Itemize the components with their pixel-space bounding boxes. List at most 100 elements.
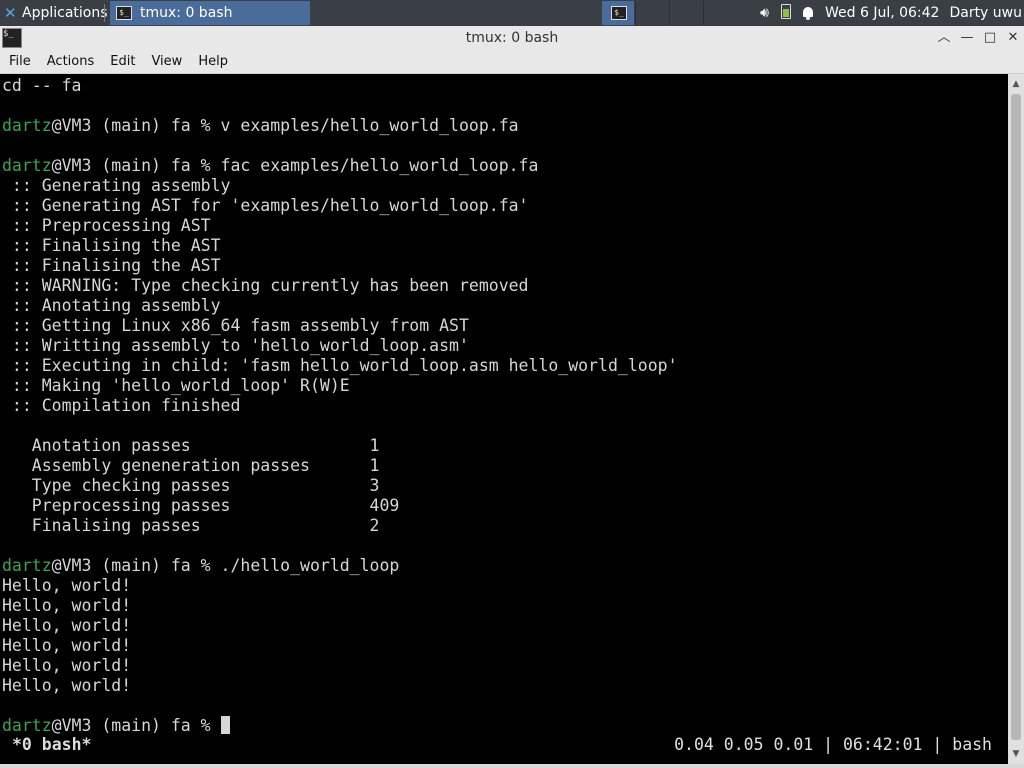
- applications-menu[interactable]: ✕ Applications: [0, 0, 108, 26]
- terminal-line-text: @VM3 (main) fa % ./hello_world_loop: [51, 556, 400, 575]
- terminal-line-text: cd -- fa: [2, 76, 82, 95]
- taskbar-item-tmux[interactable]: $_ tmux: 0 bash: [110, 1, 310, 25]
- terminal-line-text: Hello, world!: [2, 576, 132, 595]
- terminal-line: :: Finalising the AST: [2, 236, 221, 256]
- terminal-line-text: Finalising passes 2: [2, 516, 380, 535]
- applications-label: Applications: [22, 5, 108, 21]
- terminal-line: Hello, world!: [2, 596, 131, 616]
- scrollbar-thumb[interactable]: [1011, 94, 1021, 740]
- terminal-output[interactable]: cd -- fa dartz@VM3 (main) fa % v examples…: [0, 74, 1008, 764]
- terminal-line: :: Getting Linux x86_64 fasm assembly fr…: [2, 316, 469, 336]
- scroll-down-arrow-icon[interactable]: ▼: [1008, 746, 1024, 762]
- volume-icon[interactable]: 🔊︎: [760, 5, 769, 21]
- terminal-icon: $_: [611, 6, 627, 20]
- terminal-line: dartz@VM3 (main) fa % fac examples/hello…: [2, 156, 538, 176]
- prompt-username: dartz: [2, 716, 52, 735]
- taskbar-item-label: tmux: 0 bash: [140, 5, 233, 21]
- terminal-line: dartz@VM3 (main) fa % v examples/hello_w…: [2, 116, 519, 136]
- terminal-line: Hello, world!: [2, 576, 131, 596]
- terminal-line: :: Preprocessing AST: [2, 216, 211, 236]
- terminal-line: :: Compilation finished: [2, 396, 241, 416]
- terminal-line-text: :: Preprocessing AST: [2, 216, 211, 235]
- maximize-button[interactable]: □: [979, 26, 1001, 50]
- terminal-line-text: @VM3 (main) fa %: [51, 716, 221, 735]
- terminal-line: :: Generating assembly: [2, 176, 231, 196]
- window-bottom-edge: [0, 764, 1024, 768]
- xfce-logo-icon: ✕: [4, 4, 17, 22]
- scroll-up-arrow-icon[interactable]: ▲: [1008, 76, 1024, 92]
- terminal-line: cd -- fa: [2, 76, 81, 96]
- terminal-line: Type checking passes 3: [2, 476, 380, 496]
- terminal-line: :: Executing in child: 'fasm hello_world…: [2, 356, 678, 376]
- terminal-line-text: Hello, world!: [2, 596, 132, 615]
- terminal-line: Finalising passes 2: [2, 516, 380, 536]
- terminal-line-text: Hello, world!: [2, 676, 132, 695]
- terminal-icon: $_: [116, 6, 132, 20]
- terminal-line: :: WARNING: Type checking currently has …: [2, 276, 529, 296]
- notification-bell-icon[interactable]: [802, 5, 813, 21]
- terminal-line-text: Hello, world!: [2, 636, 132, 655]
- user-menu[interactable]: Darty uwu: [949, 5, 1022, 21]
- terminal-cursor: [220, 716, 230, 734]
- system-tray: 🔊︎ Wed 6 Jul, 06:42 Darty uwu: [760, 0, 1024, 26]
- terminal-line: dartz@VM3 (main) fa %: [2, 716, 230, 736]
- tmux-window-list[interactable]: *0 bash*: [12, 734, 91, 756]
- workspace-4[interactable]: [704, 1, 736, 25]
- workspace-1[interactable]: $_: [602, 1, 634, 25]
- terminal-line-text: :: Executing in child: 'fasm hello_world…: [2, 356, 678, 375]
- terminal-line-text: :: Finalising the AST: [2, 236, 221, 255]
- menu-bar: File Actions Edit View Help: [0, 50, 1024, 74]
- terminal-line-text: Anotation passes 1: [2, 436, 380, 455]
- terminal-line: :: Writting assembly to 'hello_world_loo…: [2, 336, 469, 356]
- terminal-line: Hello, world!: [2, 636, 131, 656]
- terminal-line-text: :: Getting Linux x86_64 fasm assembly fr…: [2, 316, 469, 335]
- menu-help[interactable]: Help: [191, 54, 235, 69]
- terminal-line-text: :: WARNING: Type checking currently has …: [2, 276, 529, 295]
- shade-button[interactable]: ︿: [933, 26, 955, 50]
- top-panel: ✕ Applications $_ tmux: 0 bash $_ 🔊︎ Wed…: [0, 0, 1024, 26]
- terminal-line-text: @VM3 (main) fa % fac examples/hello_worl…: [51, 156, 539, 175]
- battery-icon[interactable]: [780, 3, 791, 23]
- terminal-line-text: :: Writting assembly to 'hello_world_loo…: [2, 336, 469, 355]
- terminal-line-text: :: Generating AST for 'examples/hello_wo…: [2, 196, 529, 215]
- menu-actions[interactable]: Actions: [40, 54, 102, 69]
- menu-edit[interactable]: Edit: [103, 54, 142, 69]
- menu-view[interactable]: View: [144, 54, 189, 69]
- terminal-line: Hello, world!: [2, 676, 131, 696]
- workspace-2[interactable]: [636, 1, 668, 25]
- terminal-line-text: :: Making 'hello_world_loop' R(W)E: [2, 376, 350, 395]
- terminal-scrollbar[interactable]: ▲ ▼: [1008, 74, 1024, 764]
- terminal-line: Hello, world!: [2, 656, 131, 676]
- terminal-line: :: Finalising the AST: [2, 256, 221, 276]
- window-titlebar[interactable]: $_ tmux: 0 bash ︿ — □ ✕: [0, 26, 1024, 51]
- terminal-line-text: :: Anotating assembly: [2, 296, 221, 315]
- terminal-line: dartz@VM3 (main) fa % ./hello_world_loop: [2, 556, 399, 576]
- tmux-status-bar: *0 bash* 0.04 0.05 0.01 | 06:42:01 | bas…: [0, 734, 1008, 756]
- window-title: tmux: 0 bash: [465, 30, 559, 46]
- terminal-line: :: Anotating assembly: [2, 296, 221, 316]
- terminal-line-text: :: Finalising the AST: [2, 256, 221, 275]
- workspace-3[interactable]: [670, 1, 702, 25]
- minimize-button[interactable]: —: [956, 26, 978, 50]
- terminal-line-text: Type checking passes 3: [2, 476, 380, 495]
- terminal-line: Preprocessing passes 409: [2, 496, 400, 516]
- terminal-line-text: Assembly geneneration passes 1: [2, 456, 380, 475]
- terminal-line: Anotation passes 1: [2, 436, 380, 456]
- terminal-line-text: Preprocessing passes 409: [2, 496, 400, 515]
- terminal-line: :: Generating AST for 'examples/hello_wo…: [2, 196, 529, 216]
- menu-file[interactable]: File: [2, 54, 38, 69]
- tmux-status-right: 0.04 0.05 0.01 | 06:42:01 | bash: [674, 735, 992, 754]
- terminal-line-text: :: Generating assembly: [2, 176, 231, 195]
- terminal-line: Assembly geneneration passes 1: [2, 456, 380, 476]
- prompt-username: dartz: [2, 116, 52, 135]
- close-button[interactable]: ✕: [1002, 26, 1024, 50]
- prompt-username: dartz: [2, 556, 52, 575]
- terminal-line-text: Hello, world!: [2, 656, 132, 675]
- terminal-line: Hello, world!: [2, 616, 131, 636]
- prompt-username: dartz: [2, 156, 52, 175]
- terminal-line: :: Making 'hello_world_loop' R(W)E: [2, 376, 350, 396]
- panel-separator: [104, 4, 105, 22]
- terminal-line-text: :: Compilation finished: [2, 396, 241, 415]
- clock[interactable]: Wed 6 Jul, 06:42: [825, 5, 939, 21]
- terminal-line-text: @VM3 (main) fa % v examples/hello_world_…: [51, 116, 519, 135]
